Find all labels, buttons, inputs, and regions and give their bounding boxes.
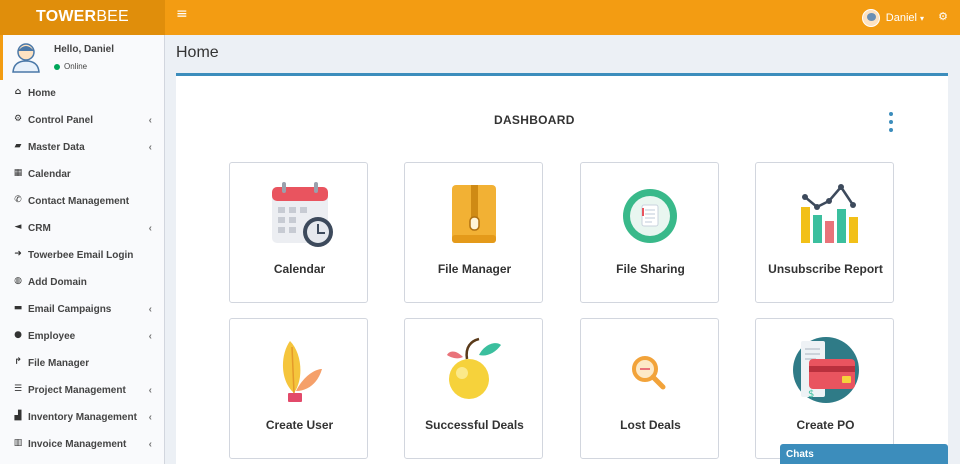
card-title: File Manager	[437, 262, 512, 276]
chevron-left-icon: ‹	[148, 115, 152, 126]
sidebar-item-label: Master Data	[28, 142, 85, 153]
card-title: Lost Deals	[620, 418, 681, 432]
avatar	[861, 9, 880, 27]
sidebar-item-label: Invoice Management	[28, 439, 127, 450]
user-icon: ●	[14, 330, 22, 340]
receipt-card-icon: $	[793, 337, 859, 403]
chevron-left-icon: ‹	[148, 304, 152, 315]
card-file-manager[interactable]: File Manager	[404, 162, 543, 303]
fruit-icon	[447, 337, 501, 399]
sidebar-item-calendar[interactable]: ▦ Calendar	[0, 161, 165, 188]
user-menu[interactable]: Daniel ▾	[861, 6, 924, 30]
card-title: Successful Deals	[425, 418, 524, 432]
calendar-clock-icon	[272, 182, 333, 247]
user-avatar-icon	[12, 43, 40, 73]
sidebar-item-label: Home	[28, 88, 56, 99]
sidebar-item-label: Control Panel	[28, 115, 94, 126]
tasks-icon: ☰	[13, 384, 23, 394]
magnifier-icon	[632, 356, 666, 390]
top-navbar: TOWERBEE ≡ Daniel ▾ ⚙	[0, 0, 960, 35]
sidebar-item-label: Project Management	[28, 385, 126, 396]
sidebar-item-towerbee-email-login[interactable]: ➜ Towerbee Email Login	[0, 242, 165, 269]
menu-toggle-icon[interactable]: ≡	[176, 6, 188, 22]
book-icon: ▰	[14, 141, 22, 151]
gear-icon: ⚙	[13, 114, 23, 124]
sidebar-item-label: Towerbee Email Login	[28, 250, 134, 261]
bar-chart-icon	[801, 184, 858, 243]
card-title: Unsubscribe Report	[768, 262, 883, 276]
box-title: DASHBOARD	[494, 113, 575, 127]
home-icon: ⌂	[14, 87, 22, 97]
card-title: Create User	[265, 418, 334, 432]
shared-document-icon	[623, 189, 677, 243]
sidebar-item-label: Email Campaigns	[28, 304, 112, 315]
bank-icon: ▥	[13, 438, 23, 448]
sidebar-item-invoice-management[interactable]: ▥ Invoice Management ‹	[0, 431, 165, 458]
globe-icon: ◍	[14, 276, 22, 286]
sidebar-item-label: Inventory Management	[28, 412, 137, 423]
chevron-left-icon: ‹	[148, 142, 152, 153]
sidebar-item-email-campaigns[interactable]: ▬ Email Campaigns ‹	[0, 296, 165, 323]
sidebar-item-master-data[interactable]: ▰ Master Data ‹	[0, 134, 165, 161]
sidebar-item-crm[interactable]: ◄ CRM ‹	[0, 215, 165, 242]
sidebar-item-label: Employee	[28, 331, 76, 342]
plant-pot-icon	[282, 341, 322, 402]
sidebar-item-label: Calendar	[28, 169, 71, 180]
card-lost-deals[interactable]: Lost Deals	[580, 318, 719, 459]
chevron-left-icon: ‹	[148, 331, 152, 342]
user-greeting: Hello, Daniel	[54, 44, 115, 55]
card-create-po[interactable]: $ Create PO	[755, 318, 894, 459]
card-successful-deals[interactable]: Successful Deals	[404, 318, 543, 459]
sidebar-item-label: CRM	[28, 223, 51, 234]
sidebar-item-contact-management[interactable]: ✆ Contact Management	[0, 188, 165, 215]
sidebar-item-inventory-management[interactable]: ▟ Inventory Management ‹	[0, 404, 165, 431]
card-calendar[interactable]: Calendar	[229, 162, 368, 303]
sidebar-item-label: Contact Management	[28, 196, 130, 207]
sign-in-icon: ➜	[14, 249, 22, 259]
card-title: File Sharing	[616, 262, 685, 276]
user-name: Daniel	[885, 12, 917, 24]
industry-icon: ▟	[14, 411, 22, 421]
share-icon: ↱	[14, 357, 22, 367]
logo[interactable]: TOWERBEE	[0, 0, 165, 35]
card-create-user[interactable]: Create User	[229, 318, 368, 459]
card-title: Calendar	[273, 262, 326, 276]
chats-panel[interactable]: Chats	[780, 444, 948, 464]
user-panel: Hello, Daniel Online	[0, 35, 164, 80]
page-title: Home	[176, 44, 219, 61]
sidebar-item-home[interactable]: ⌂ Home	[0, 80, 165, 107]
zip-folder-icon	[452, 185, 496, 243]
sidebar-item-employee[interactable]: ● Employee ‹	[0, 323, 165, 350]
sidebar-item-project-management[interactable]: ☰ Project Management ‹	[0, 377, 165, 404]
sidebar-item-add-domain[interactable]: ◍ Add Domain	[0, 269, 165, 296]
sidebar-item-control-panel[interactable]: ⚙ Control Panel ‹	[0, 107, 165, 134]
sidebar: Hello, Daniel Online ⌂ Home ⚙ Control Panel…	[0, 35, 165, 464]
svg-text:$: $	[808, 389, 814, 400]
more-options-icon[interactable]	[888, 112, 893, 132]
chevron-left-icon: ‹	[148, 223, 152, 234]
calendar-icon: ▦	[13, 168, 23, 178]
chevron-left-icon: ‹	[148, 439, 152, 450]
sidebar-item-label: Add Domain	[28, 277, 87, 288]
chevron-left-icon: ‹	[148, 385, 152, 396]
sidebar-item-label: File Manager	[28, 358, 90, 369]
settings-icon[interactable]: ⚙	[938, 10, 948, 23]
card-unsubscribe-report[interactable]: Unsubscribe Report	[755, 162, 894, 303]
bullhorn-icon: ◄	[14, 222, 22, 232]
chevron-left-icon: ‹	[148, 412, 152, 423]
sidebar-item-file-manager[interactable]: ↱ File Manager	[0, 350, 165, 377]
phone-icon: ✆	[14, 195, 22, 205]
caret-down-icon: ▾	[919, 13, 924, 23]
card-title: Create PO	[796, 418, 855, 432]
folder-icon: ▬	[13, 303, 23, 313]
card-file-sharing[interactable]: File Sharing	[580, 162, 719, 303]
status-badge: Online	[54, 62, 87, 71]
